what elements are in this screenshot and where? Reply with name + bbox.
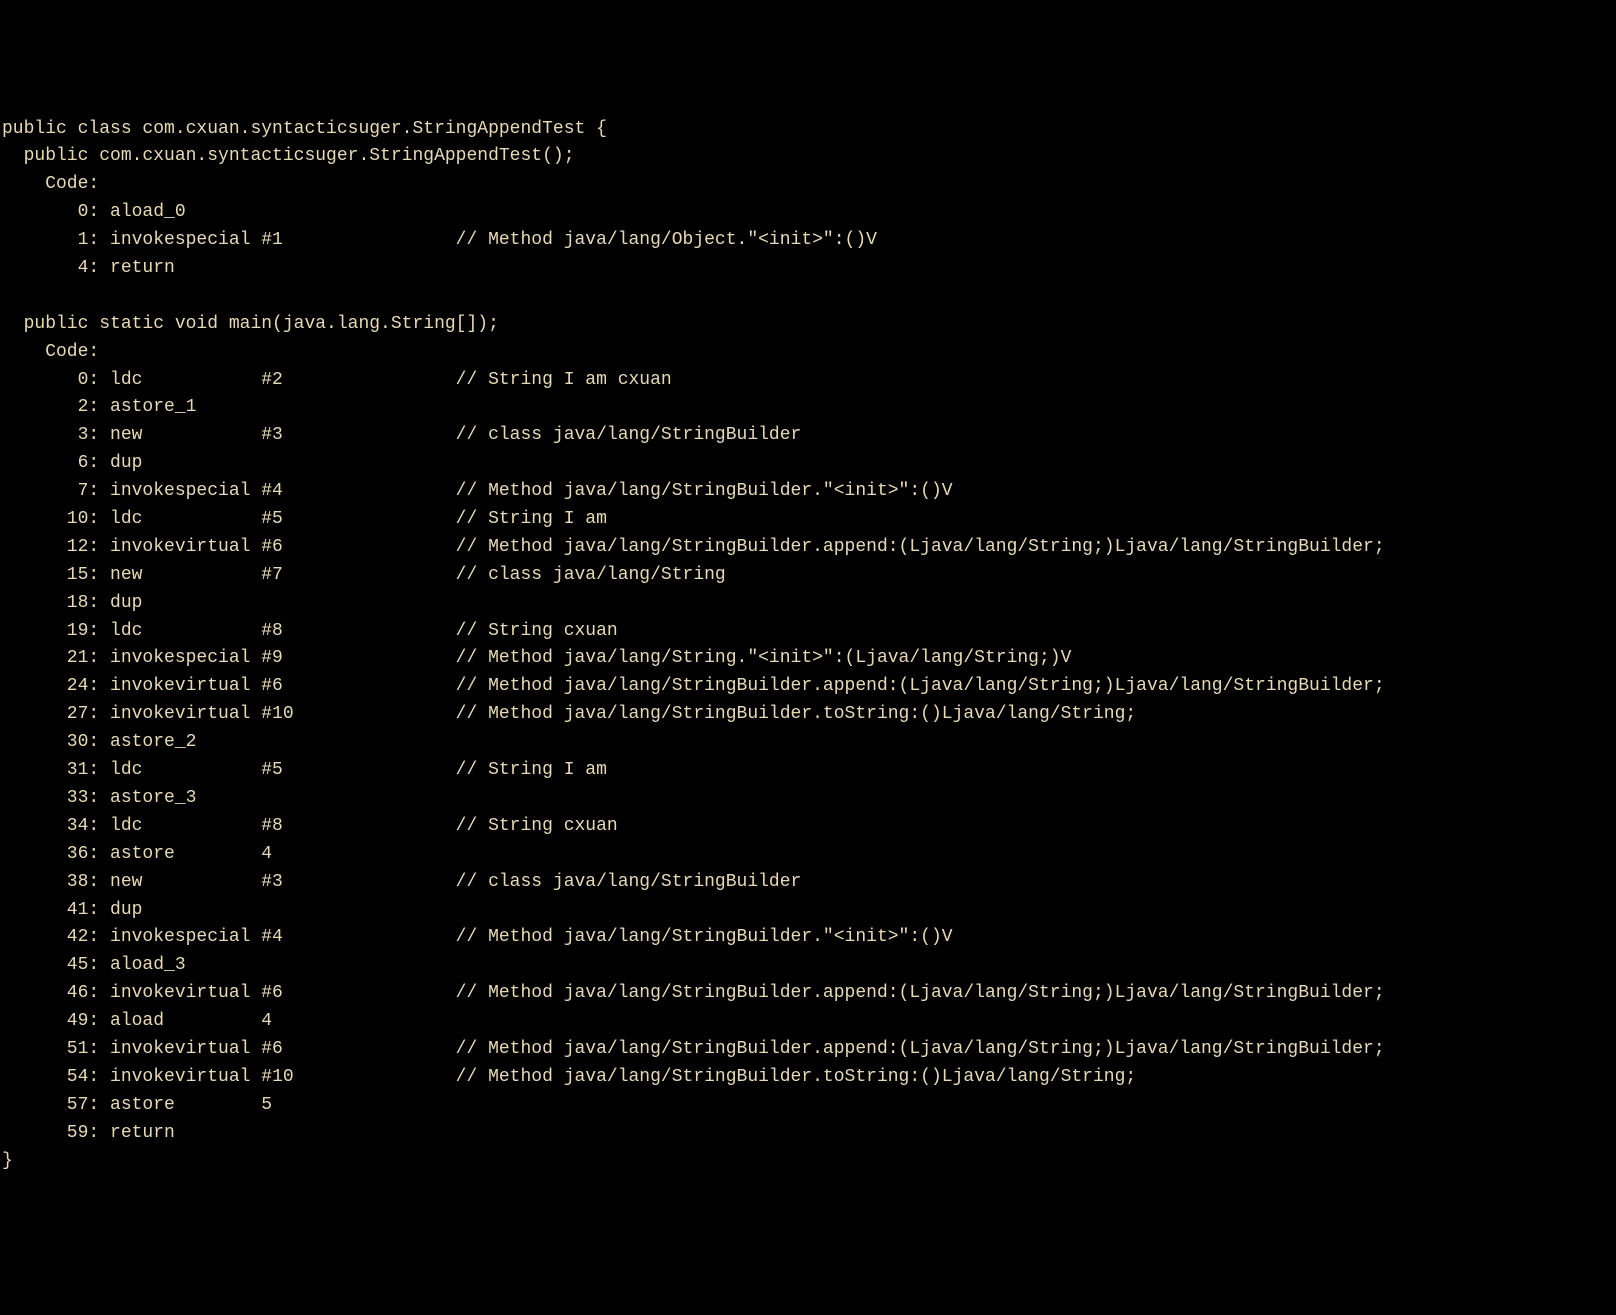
bytecode-listing: public class com.cxuan.syntacticsuger.St…	[2, 116, 1614, 1176]
